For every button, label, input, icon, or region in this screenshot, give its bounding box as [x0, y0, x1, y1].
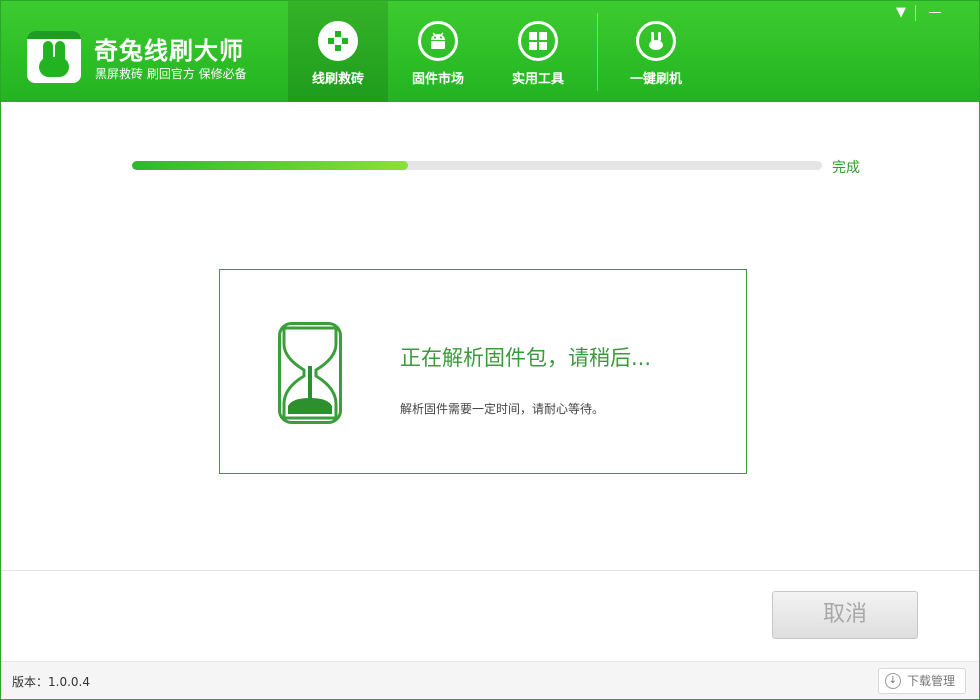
- download-manager-button[interactable]: ↓ 下载管理: [878, 668, 966, 694]
- status-bar: 版本：1.0.0.4 ↓ 下载管理: [1, 661, 979, 699]
- app-window: 奇兔线刷大师 黑屏救砖 刷回官方 保修必备 线刷救砖 固件市场 实用工具 一键刷…: [0, 0, 980, 700]
- header-bar: 奇兔线刷大师 黑屏救砖 刷回官方 保修必备 线刷救砖 固件市场 实用工具 一键刷…: [1, 1, 979, 102]
- tab-label: 线刷救砖: [311, 72, 364, 87]
- tab-utilities[interactable]: 实用工具: [488, 1, 588, 102]
- download-manager-label: 下载管理: [907, 674, 956, 688]
- app-title: 奇兔线刷大师: [94, 37, 244, 65]
- download-icon: ↓: [885, 673, 901, 689]
- status-panel: 正在解析固件包，请稍后... 解析固件需要一定时间，请耐心等待。: [219, 269, 747, 474]
- window-control-divider: [915, 5, 916, 21]
- version-label: 版本：1.0.0.4: [12, 675, 90, 689]
- tab-flash-rescue[interactable]: 线刷救砖: [288, 1, 388, 102]
- tab-one-click-flash[interactable]: 一键刷机: [606, 1, 706, 102]
- grid-icon: [518, 21, 558, 61]
- status-description: 解析固件需要一定时间，请耐心等待。: [400, 402, 605, 416]
- plus-cross-icon: [318, 21, 358, 61]
- progress-bar: [132, 161, 822, 170]
- progress-bar-fill: [132, 161, 408, 170]
- tab-label: 实用工具: [511, 72, 564, 87]
- cancel-button[interactable]: 取消: [772, 591, 918, 639]
- rabbit-icon: [636, 21, 676, 61]
- tab-label: 一键刷机: [629, 72, 682, 87]
- tab-label: 固件市场: [411, 72, 464, 87]
- android-icon: [418, 21, 458, 61]
- minimize-button[interactable]: —: [921, 3, 949, 23]
- chevron-down-icon: ▼: [896, 5, 906, 20]
- progress-end-label: 完成: [832, 160, 860, 176]
- hourglass-icon: [278, 322, 342, 424]
- menu-dropdown-button[interactable]: ▼: [887, 3, 915, 23]
- nav-divider: [597, 13, 598, 91]
- app-subtitle: 黑屏救砖 刷回官方 保修必备: [95, 67, 247, 81]
- status-title: 正在解析固件包，请稍后...: [400, 346, 652, 370]
- app-logo: [27, 31, 81, 83]
- footer-divider: [1, 570, 979, 571]
- tab-firmware-market[interactable]: 固件市场: [388, 1, 488, 102]
- minimize-icon: —: [928, 5, 942, 20]
